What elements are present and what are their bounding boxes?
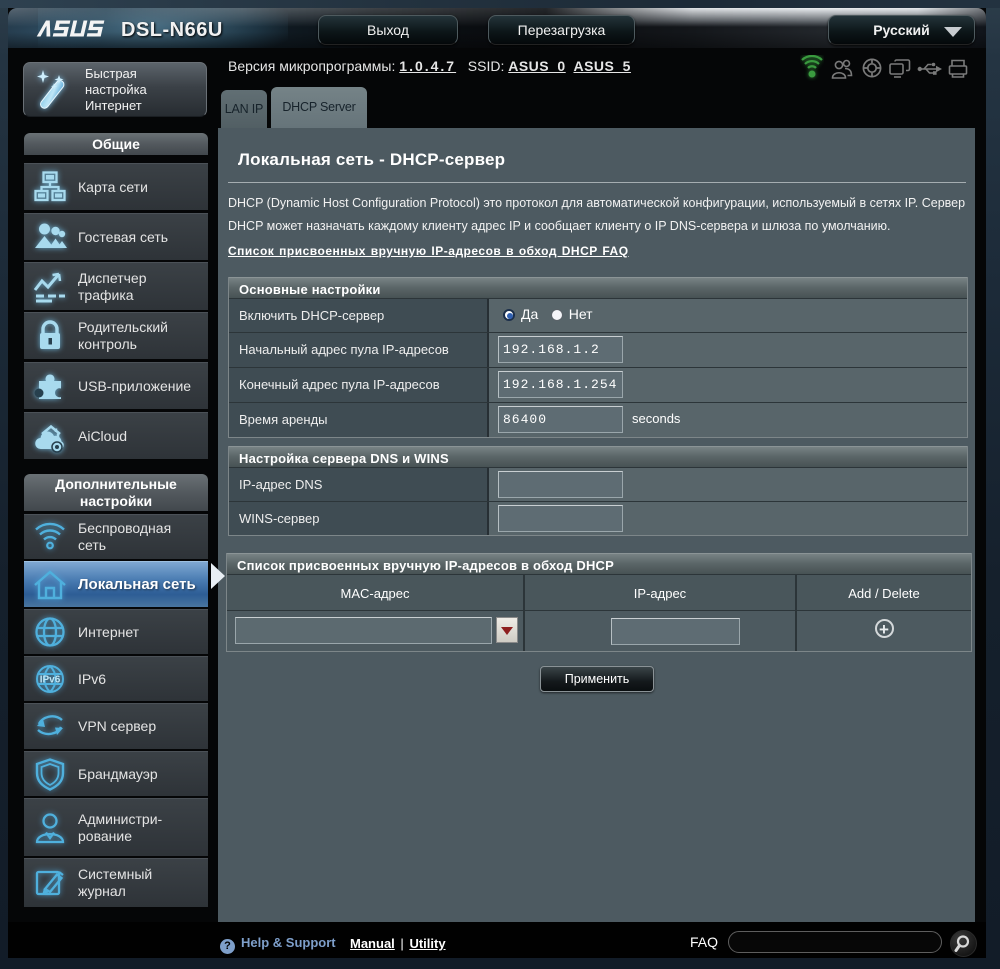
svg-text:IPv6: IPv6	[40, 675, 61, 686]
